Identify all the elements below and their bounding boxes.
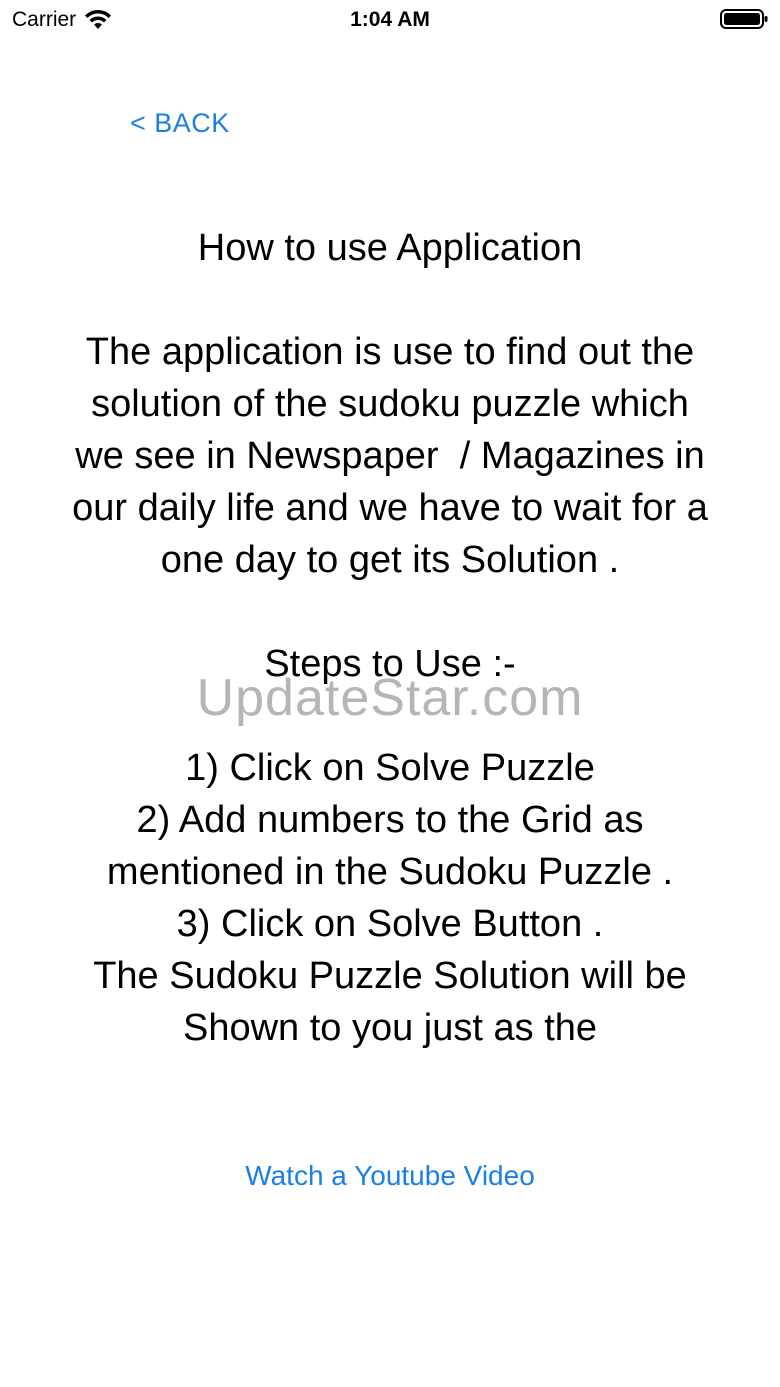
instructions-text: How to use Application The application i… <box>72 227 708 1049</box>
instructions-text-view[interactable]: How to use Application The application i… <box>70 222 710 1068</box>
status-time: 1:04 AM <box>350 8 430 31</box>
battery-icon <box>720 9 768 29</box>
status-bar: Carrier 1:04 AM <box>0 0 780 40</box>
back-button[interactable]: < BACK <box>130 108 230 139</box>
watch-youtube-video-link[interactable]: Watch a Youtube Video <box>0 1160 780 1192</box>
